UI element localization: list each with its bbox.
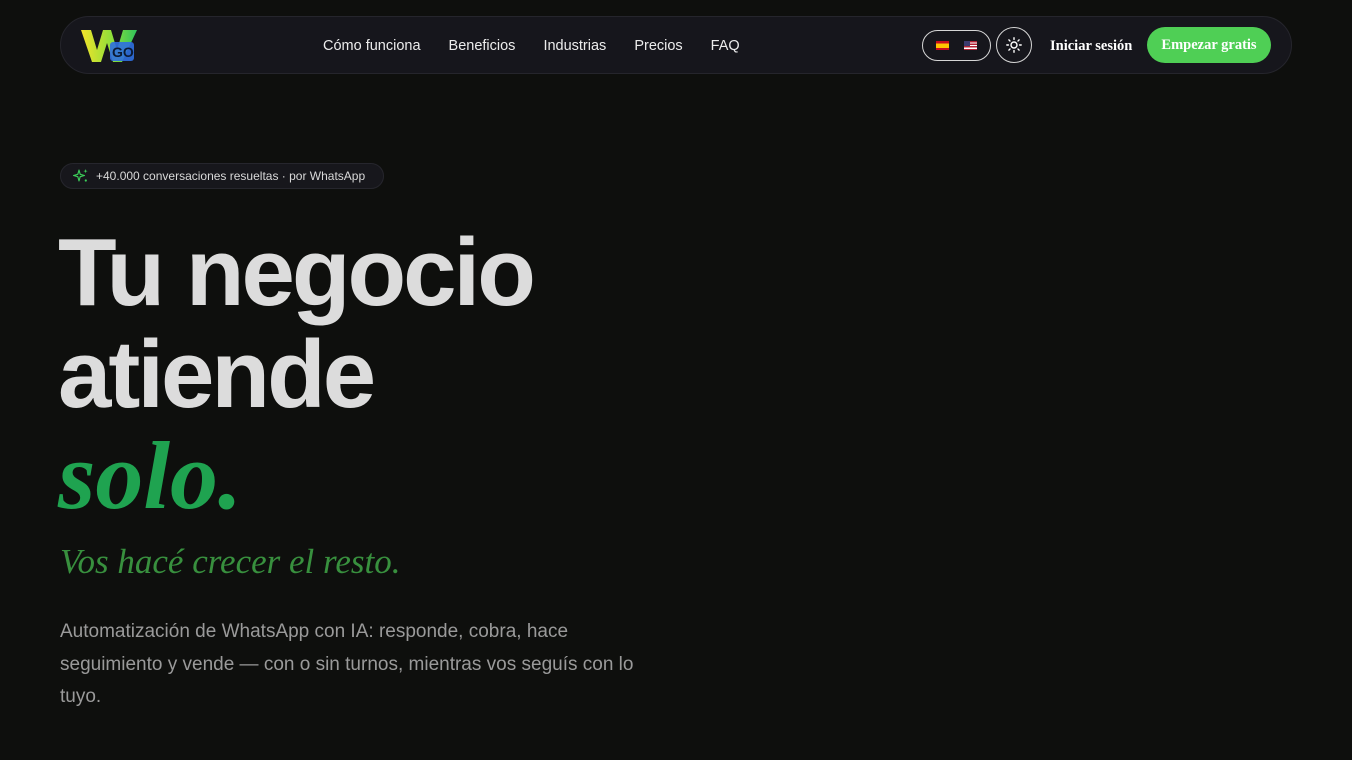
nav-link-industrias[interactable]: Industrias (543, 38, 606, 54)
main-nav: Cómo funciona Beneficios Industrias Prec… (323, 17, 740, 75)
logo-text: GO (112, 44, 134, 60)
start-free-button[interactable]: Empezar gratis (1147, 27, 1271, 63)
headline-accent: solo. (58, 422, 243, 529)
headline-line-2: atiende (58, 321, 376, 428)
nav-link-precios[interactable]: Precios (634, 38, 682, 54)
stats-badge: +40.000 conversaciones resueltas · por W… (60, 163, 384, 189)
badge-text: +40.000 conversaciones resueltas · por W… (96, 169, 366, 183)
sun-icon (1006, 37, 1022, 53)
headline-line-1: Tu negocio (58, 219, 536, 326)
hero-description: Automatización de WhatsApp con IA: respo… (60, 621, 634, 707)
language-switcher[interactable] (922, 30, 991, 61)
usa-flag-icon[interactable] (963, 41, 977, 50)
login-link[interactable]: Iniciar sesión (1050, 17, 1132, 75)
spain-flag-icon[interactable] (936, 41, 950, 50)
hero-subheadline: Vos hacé crecer el resto. (60, 542, 401, 581)
nav-link-faq[interactable]: FAQ (711, 38, 740, 54)
top-navbar: GO Cómo funciona Beneficios Industrias P… (60, 16, 1292, 74)
theme-toggle-button[interactable] (996, 27, 1032, 63)
logo-icon: GO (81, 30, 137, 62)
landing-page: GO Cómo funciona Beneficios Industrias P… (0, 0, 1352, 760)
nav-link-beneficios[interactable]: Beneficios (449, 38, 516, 54)
wgo-logo[interactable]: GO (81, 28, 139, 64)
nav-link-como-funciona[interactable]: Cómo funciona (323, 38, 421, 54)
hero-headline: Tu negocio atiende solo. (58, 219, 536, 529)
sparkles-icon (73, 168, 89, 184)
